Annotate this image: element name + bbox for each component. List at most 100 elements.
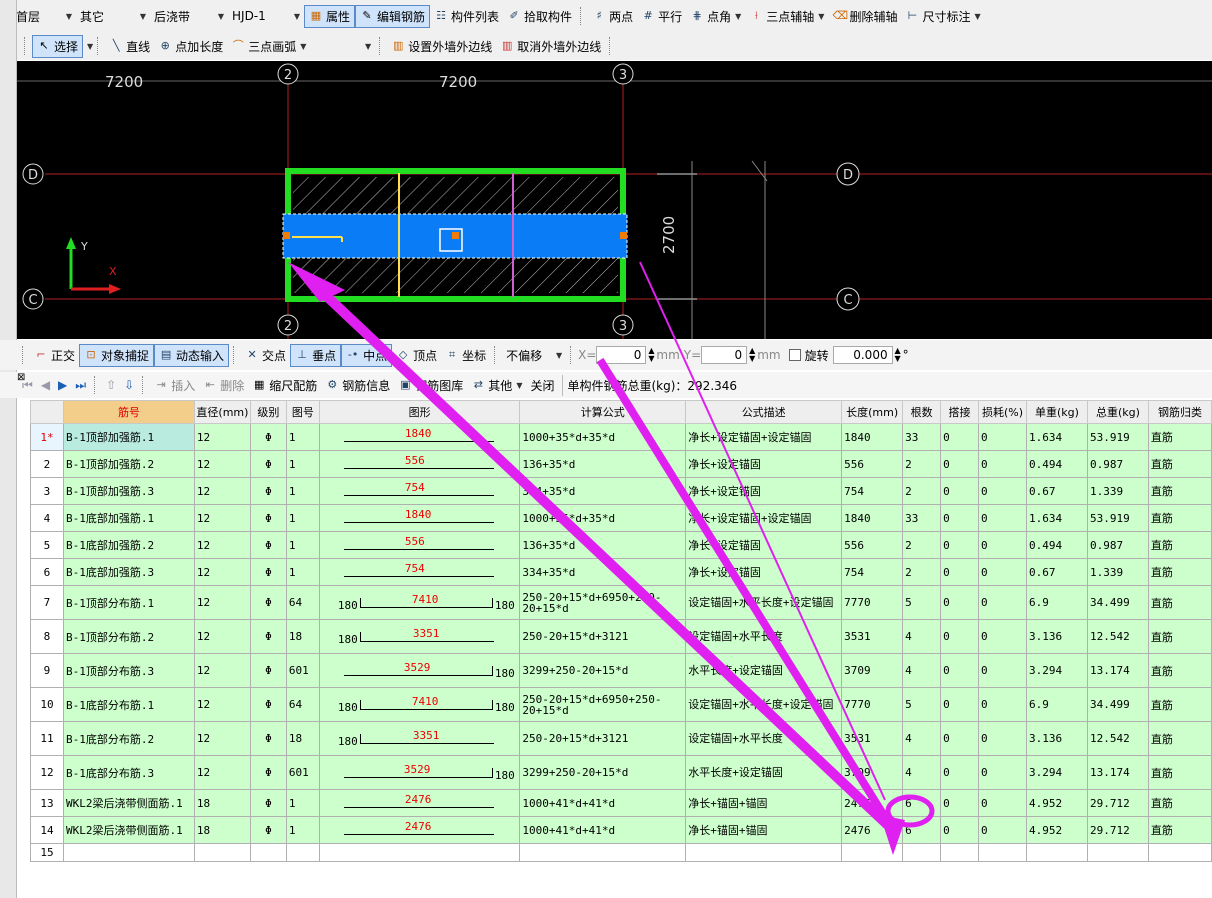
cell-description[interactable]: 净长+设定锚固+设定锚固 [685, 504, 843, 532]
cell-count[interactable]: 2 [902, 531, 942, 559]
cell-diameter[interactable]: 12 [193, 558, 251, 586]
cell-shape[interactable]: 180 3351 [318, 619, 521, 654]
rebar-info-button[interactable]: ⚙ 钢筋信息 [321, 375, 394, 396]
cell-total-weight[interactable]: 53.919 [1086, 504, 1149, 532]
cell-unit-weight[interactable]: 4.952 [1026, 816, 1088, 844]
row-number[interactable]: 5 [30, 531, 64, 559]
cell-diameter[interactable]: 12 [193, 619, 251, 654]
cell-lap[interactable]: 0 [940, 423, 980, 451]
cell-diameter[interactable]: 12 [193, 687, 251, 722]
cell-bar-name[interactable]: B-1底部分布筋.1 [62, 687, 195, 722]
table-row[interactable]: 8 B-1顶部分布筋.2 12 Φ 18 180 3351 250-20+15*d+3121 设… [30, 619, 1212, 654]
cell-lap[interactable]: 0 [940, 755, 980, 790]
insert-button[interactable]: ⇥ 插入 [150, 375, 199, 396]
col-header-name[interactable]: 筋号 [62, 400, 195, 424]
cell-unit-weight[interactable]: 3.294 [1026, 653, 1088, 688]
cell-figure-no[interactable]: 1 [285, 816, 320, 844]
cell-length[interactable]: 3709 [841, 755, 904, 790]
cell-shape[interactable]: 2476 [318, 789, 521, 817]
coordinate-snap[interactable]: ⌗ 坐标 [441, 345, 490, 366]
cell-empty[interactable] [902, 843, 942, 862]
cell-formula[interactable]: 1000+41*d+41*d [519, 789, 687, 817]
type-select[interactable]: 后浇带 ▼ [150, 8, 228, 25]
row-number[interactable]: 8 [30, 619, 64, 654]
cell-figure-no[interactable]: 1 [285, 450, 320, 478]
cell-count[interactable]: 4 [902, 619, 942, 654]
row-number[interactable]: 4 [30, 504, 64, 532]
cell-bar-name[interactable]: B-1顶部分布筋.2 [62, 619, 195, 654]
move-down-button[interactable]: ⇩ [120, 376, 138, 394]
cell-grade[interactable]: Φ [249, 504, 287, 532]
cell-category[interactable]: 直筋 [1147, 585, 1212, 620]
cell-total-weight[interactable]: 13.174 [1086, 653, 1149, 688]
cell-loss[interactable]: 0 [978, 477, 1028, 505]
row-number[interactable]: 3 [30, 477, 64, 505]
midpoint-snap[interactable]: -• 中点 [341, 343, 393, 367]
cell-description[interactable]: 净长+设定锚固 [685, 558, 843, 586]
cell-formula[interactable]: 1000+41*d+41*d [519, 816, 687, 844]
rotate-checkbox[interactable] [788, 349, 801, 361]
cell-shape[interactable]: 180 180 7410 [318, 585, 521, 620]
prev-record-button[interactable]: ◀ [37, 376, 54, 394]
cell-loss[interactable]: 0 [978, 450, 1028, 478]
cell-figure-no[interactable]: 1 [285, 477, 320, 505]
cell-count[interactable]: 4 [902, 653, 942, 688]
point-length-button[interactable]: ⊕ 点加长度 [154, 36, 227, 57]
cell-bar-name[interactable]: B-1底部分布筋.3 [62, 755, 195, 790]
cell-category[interactable]: 直筋 [1147, 558, 1212, 586]
cell-lap[interactable]: 0 [940, 687, 980, 722]
col-header-lap[interactable]: 搭接 [940, 400, 980, 424]
cell-loss[interactable]: 0 [978, 755, 1028, 790]
cell-grade[interactable]: Φ [249, 423, 287, 451]
cell-length[interactable]: 2476 [841, 789, 904, 817]
cell-lap[interactable]: 0 [940, 531, 980, 559]
table-row[interactable]: 5 B-1底部加强筋.2 12 Φ 1 556 136+35*d 净长+设定锚固 556 2 0 0 0… [30, 531, 1212, 559]
row-number[interactable]: 11 [30, 721, 64, 756]
cell-length[interactable]: 3531 [841, 721, 904, 756]
col-header-unit-weight[interactable]: 单重(kg) [1026, 400, 1088, 424]
cell-category[interactable]: 直筋 [1147, 477, 1212, 505]
parallel-axis-button[interactable]: # 平行 [637, 6, 686, 27]
cell-unit-weight[interactable]: 0.67 [1026, 477, 1088, 505]
ortho-toggle[interactable]: ⌐ 正交 [30, 345, 79, 366]
cell-bar-name[interactable]: WKL2梁后浇带侧面筋.1 [62, 816, 195, 844]
cell-grade[interactable]: Φ [249, 755, 287, 790]
perpendicular-snap[interactable]: ⊥ 垂点 [290, 343, 342, 367]
table-row[interactable]: 7 B-1顶部分布筋.1 12 Φ 64 180 180 7410 250-20+15*d+69… [30, 585, 1212, 620]
cell-shape[interactable]: 556 [318, 450, 521, 478]
col-header-formula[interactable]: 计算公式 [519, 400, 687, 424]
cell-grade[interactable]: Φ [249, 531, 287, 559]
table-row[interactable]: 1* B-1顶部加强筋.1 12 Φ 1 1840 1000+35*d+35*d 净长+设定锚… [30, 423, 1212, 451]
cell-description[interactable]: 设定锚固+水平长度 [685, 721, 843, 756]
cell-diameter[interactable]: 12 [193, 531, 251, 559]
cell-shape[interactable]: 180 3351 [318, 721, 521, 756]
cell-grade[interactable]: Φ [249, 816, 287, 844]
delete-axis-button[interactable]: ⌫ 删除辅轴 [828, 6, 901, 27]
cell-formula[interactable]: 334+35*d [519, 477, 687, 505]
cell-length[interactable]: 754 [841, 477, 904, 505]
cell-category[interactable]: 直筋 [1147, 816, 1212, 844]
col-header-loss[interactable]: 损耗(%) [978, 400, 1028, 424]
cell-shape[interactable]: 556 [318, 531, 521, 559]
move-up-button[interactable]: ⇧ [102, 376, 120, 394]
cell-empty[interactable] [1147, 843, 1212, 862]
cell-grade[interactable]: Φ [249, 585, 287, 620]
table-row[interactable]: 9 B-1顶部分布筋.3 12 Φ 601 180 3529 3299+250-20+15*d… [30, 653, 1212, 688]
cell-figure-no[interactable]: 1 [285, 531, 320, 559]
cell-unit-weight[interactable]: 1.634 [1026, 504, 1088, 532]
cell-bar-name[interactable]: B-1底部加强筋.2 [62, 531, 195, 559]
offset-select[interactable]: 不偏移 ▼ [502, 347, 566, 364]
cell-loss[interactable]: 0 [978, 423, 1028, 451]
table-row[interactable]: 4 B-1底部加强筋.1 12 Φ 1 1840 1000+35*d+35*d 净长+设定锚固… [30, 504, 1212, 532]
cell-empty[interactable] [249, 843, 287, 862]
cell-figure-no[interactable]: 1 [285, 789, 320, 817]
cell-count[interactable]: 33 [902, 423, 942, 451]
table-row[interactable]: 11 B-1底部分布筋.2 12 Φ 18 180 3351 250-20+15*d+3121… [30, 721, 1212, 756]
cell-diameter[interactable]: 18 [193, 789, 251, 817]
rotate-input[interactable]: 0.000 [832, 346, 893, 364]
cell-shape[interactable]: 180 180 7410 [318, 687, 521, 722]
row-number[interactable]: 9 [30, 653, 64, 688]
cell-unit-weight[interactable]: 3.136 [1026, 619, 1088, 654]
cell-loss[interactable]: 0 [978, 687, 1028, 722]
cell-bar-name[interactable]: B-1顶部加强筋.1 [62, 423, 195, 451]
